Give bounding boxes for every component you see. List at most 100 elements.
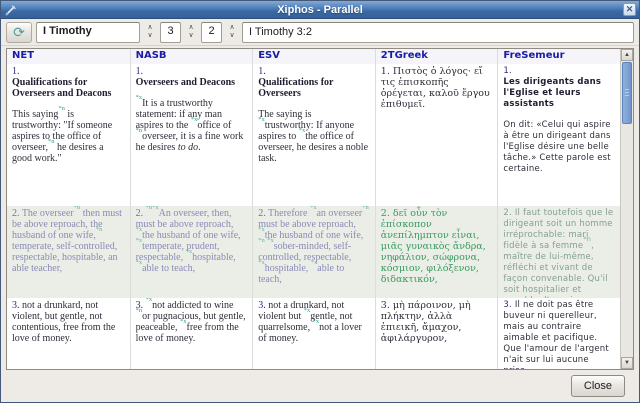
book-spin-down-icon[interactable]: ∨ xyxy=(144,32,156,40)
verse-number[interactable]: 3. xyxy=(381,300,393,311)
footnote-marker[interactable]: *n xyxy=(136,127,143,134)
section-heading: Les dirigeants dans l'Eglise et leurs as… xyxy=(503,77,614,110)
verse-cell-2tgreek-1[interactable]: 1. Πιστὸς ὁ λόγος· εἴ τις ἐπισκοπῆς ὀρέγ… xyxy=(375,64,498,206)
verse-number[interactable]: 2. xyxy=(503,208,514,218)
verse-row-2: 2. The overseer*n then must be above rep… xyxy=(7,206,620,298)
footnote-marker[interactable]: *n xyxy=(362,206,369,211)
verse-number[interactable]: 2. xyxy=(12,208,22,219)
paragraph-gap xyxy=(258,99,369,109)
scroll-down-icon[interactable]: ▼ xyxy=(621,357,633,369)
footnote-marker[interactable]: *x xyxy=(313,318,320,325)
footnote-marker[interactable]: *x xyxy=(311,259,318,266)
chapter-spinner: ∧ ∨ xyxy=(185,22,197,43)
navigation-toolbar: ⟳ I Timothy ∧ ∨ 3 ∧ ∨ 2 ∧ ∨ xyxy=(1,19,639,46)
scroll-up-icon[interactable]: ▲ xyxy=(621,49,633,61)
section-heading: Qualifications for Overseers xyxy=(258,77,369,99)
footnote-marker[interactable]: *n xyxy=(58,105,65,112)
chapter-spinbox[interactable]: 3 xyxy=(160,22,181,43)
verse-cell-nasb-3[interactable]: 3. *xnot addicted to wine *nor pugnaciou… xyxy=(130,298,253,369)
footnote-marker[interactable]: *x xyxy=(136,237,143,244)
verse-cell-2tgreek-2[interactable]: 2. δεῖ οὖν τὸν ἐπίσκοπον ἀνεπίλημπτον εἶ… xyxy=(375,206,498,298)
verse-number[interactable]: 1. xyxy=(381,66,393,77)
footnote-marker[interactable]: *x xyxy=(258,259,265,266)
chapter-spin-up-icon[interactable]: ∧ xyxy=(185,24,197,32)
verse-cell-2tgreek-3[interactable]: 3. μὴ πάροινον, μὴ πλήκτην, ἀλλὰ ἐπιεικῆ… xyxy=(375,298,498,369)
column-header-fresemeur[interactable]: FreSemeur xyxy=(497,49,620,64)
footnote-marker[interactable]: *x xyxy=(304,307,311,314)
verse-number[interactable]: 1. xyxy=(258,66,266,77)
verse-number[interactable]: 1. xyxy=(503,66,512,76)
footnote-marker[interactable]: *x xyxy=(267,237,274,244)
footnote-marker[interactable]: *n xyxy=(74,206,81,211)
verse-row-3: 3. not a drunkard, not violent, but gent… xyxy=(7,298,620,369)
book-spin-up-icon[interactable]: ∧ xyxy=(144,24,156,32)
footnote-marker[interactable]: *x xyxy=(258,226,265,233)
footnote-marker[interactable]: *x xyxy=(310,206,317,211)
paragraph-gap xyxy=(503,110,614,120)
paragraph-gap xyxy=(136,88,247,98)
verse-spin-up-icon[interactable]: ∧ xyxy=(226,24,238,32)
verse-number[interactable]: 3. xyxy=(503,300,514,310)
parallel-content-area: NETNASBESV2TGreekFreSemeur1.Qualificatio… xyxy=(6,48,634,370)
footnote-marker[interactable]: *x xyxy=(191,116,198,123)
column-header-esv[interactable]: ESV xyxy=(252,49,375,64)
italic-text: to do xyxy=(178,142,198,153)
footnote-marker[interactable]: *x xyxy=(136,226,143,233)
section-heading: Qualifications for Overseers and Deacons xyxy=(12,77,124,99)
footnote-marker[interactable]: *n*x xyxy=(146,206,159,211)
window-title: Xiphos - Parallel xyxy=(1,4,639,16)
xiphos-parallel-window: Xiphos - Parallel ✕ ⟳ I Timothy ∧ ∨ 3 ∧ … xyxy=(0,0,640,403)
scrollbar-thumb[interactable] xyxy=(622,62,632,124)
verse-number[interactable]: 1. xyxy=(136,66,144,77)
footnote-marker[interactable]: *n xyxy=(96,226,103,233)
verse-number[interactable]: 3. xyxy=(12,300,22,311)
footnote-marker[interactable]: *x xyxy=(180,318,187,325)
footnote-marker[interactable]: *x xyxy=(136,259,143,266)
footnote-marker[interactable]: *n xyxy=(136,307,143,314)
verse-number[interactable]: 2. xyxy=(136,208,146,219)
footnote-marker[interactable]: *x xyxy=(258,116,265,123)
vertical-scrollbar[interactable]: ▲ ▼ xyxy=(620,49,633,369)
close-button[interactable]: Close xyxy=(571,375,625,397)
column-header-2tgreek[interactable]: 2TGreek xyxy=(375,49,498,64)
column-header-nasb[interactable]: NASB xyxy=(130,49,253,64)
book-combo[interactable]: I Timothy xyxy=(36,22,140,43)
titlebar: Xiphos - Parallel ✕ xyxy=(1,1,639,19)
footnote-marker[interactable]: *n xyxy=(583,235,591,243)
verse-cell-net-3[interactable]: 3. not a drunkard, not violent, but gent… xyxy=(7,298,130,369)
verse-spinbox[interactable]: 2 xyxy=(201,22,222,43)
verse-number[interactable]: 2. xyxy=(258,208,268,219)
verse-row-1: 1.Qualifications for Overseers and Deaco… xyxy=(7,64,620,206)
footnote-marker[interactable]: *x xyxy=(136,94,143,101)
verse-cell-net-2[interactable]: 2. The overseer*n then must be above rep… xyxy=(7,206,130,298)
verse-cell-esv-1[interactable]: 1.Qualifications for OverseersThe saying… xyxy=(252,64,375,206)
verse-spin-down-icon[interactable]: ∨ xyxy=(226,32,238,40)
footnote-marker[interactable]: *n xyxy=(48,138,55,145)
reference-input[interactable] xyxy=(242,22,634,43)
footnote-marker[interactable]: *x xyxy=(186,248,193,255)
verse-number[interactable]: 1. xyxy=(12,66,20,77)
window-close-icon[interactable]: ✕ xyxy=(623,3,636,16)
chapter-spin-down-icon[interactable]: ∨ xyxy=(185,32,197,40)
footnote-marker[interactable]: *n xyxy=(258,237,265,244)
verse-cell-fresemeur-1[interactable]: 1.Les dirigeants dans l'Eglise et leurs … xyxy=(497,64,620,206)
dialog-action-area: Close xyxy=(1,370,639,402)
verse-cell-fresemeur-2[interactable]: 2. Il faut toutefois que le dirigeant so… xyxy=(497,206,620,298)
column-header-net[interactable]: NET xyxy=(7,49,130,64)
refresh-button[interactable]: ⟳ xyxy=(6,22,32,43)
verse-cell-nasb-2[interactable]: 2. *n*xAn overseer, then, must be above … xyxy=(130,206,253,298)
footnote-marker[interactable]: *x xyxy=(299,127,306,134)
footnote-marker[interactable]: *x xyxy=(146,298,153,303)
verse-cell-esv-2[interactable]: 2. Therefore *xan overseer*n must be abo… xyxy=(252,206,375,298)
verse-spinner: ∧ ∨ xyxy=(226,22,238,43)
verse-cell-fresemeur-3[interactable]: 3. Il ne doit pas être buveur ni querell… xyxy=(497,298,620,369)
section-heading: Overseers and Deacons xyxy=(136,77,247,88)
verse-cell-net-1[interactable]: 1.Qualifications for Overseers and Deaco… xyxy=(7,64,130,206)
verse-cell-esv-3[interactable]: 3. not a drunkard, not violent but *xgen… xyxy=(252,298,375,369)
verse-number[interactable]: 3. xyxy=(258,300,268,311)
paragraph-gap xyxy=(12,99,124,109)
book-spinner: ∧ ∨ xyxy=(144,22,156,43)
verse-number[interactable]: 2. xyxy=(381,208,393,219)
verse-cell-nasb-1[interactable]: 1.Overseers and Deacons*xIt is a trustwo… xyxy=(130,64,253,206)
scrollbar-track[interactable] xyxy=(621,61,633,357)
